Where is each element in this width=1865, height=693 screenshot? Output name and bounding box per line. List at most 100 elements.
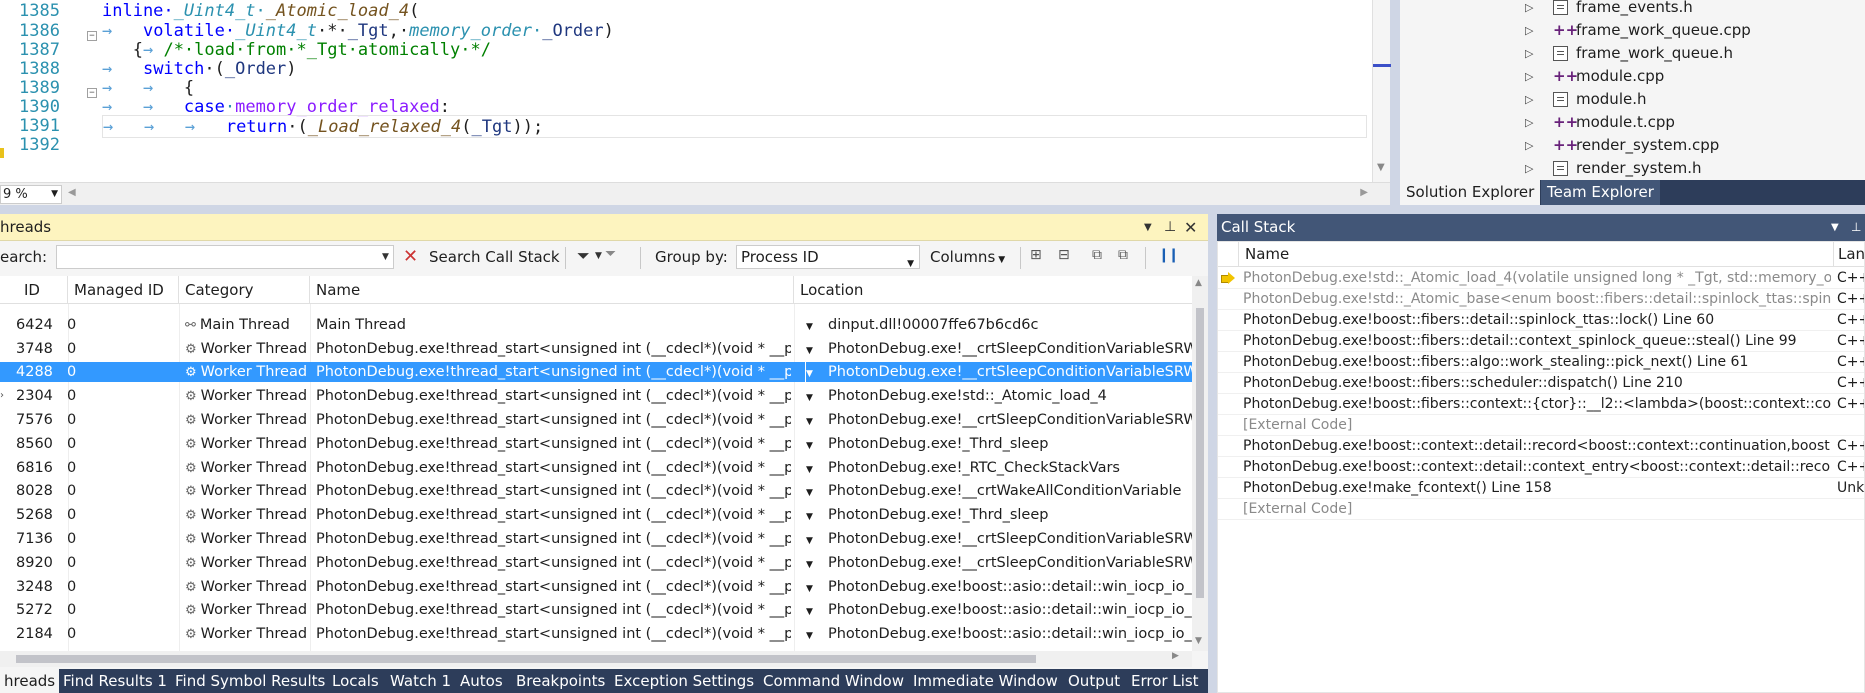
stack-frame-current[interactable]: PhotonDebug.exe!std::_Atomic_load_4(vola… xyxy=(1218,268,1864,289)
scroll-up-icon[interactable]: ▲ xyxy=(1195,278,1202,288)
tab-exception-settings[interactable]: Exception Settings xyxy=(610,669,758,693)
freeze-threads-icon[interactable]: ⧉ xyxy=(1092,247,1102,263)
chevron-down-icon[interactable]: ▼ xyxy=(806,507,820,527)
column-header-location[interactable]: Location xyxy=(794,276,1192,304)
tree-item-file[interactable]: ▷ ++ module.cpp xyxy=(1400,65,1865,88)
collapse-groups-icon[interactable]: ⊟ xyxy=(1058,247,1070,263)
chevron-down-icon[interactable]: ▼ xyxy=(806,364,820,384)
threads-horizontal-scrollbar[interactable]: ▶ xyxy=(0,651,1192,667)
scroll-right-icon[interactable]: ▶ xyxy=(1360,187,1368,198)
thaw-threads-icon[interactable]: ⧉ xyxy=(1118,247,1128,263)
tree-item-file[interactable]: ▷ ++ render_system.cpp xyxy=(1400,134,1865,157)
tree-item-file[interactable]: ▷ frame_work_queue.h xyxy=(1400,42,1865,65)
threads-vertical-scrollbar[interactable]: ▲ ▼ xyxy=(1192,276,1208,651)
code-area[interactable]: inline·_Uint4_t·_Atomic_load_4( → volati… xyxy=(102,0,1372,182)
thread-row[interactable]: 7136 0 ⚙ Worker Thread PhotonDebug.exe!th… xyxy=(0,529,1192,549)
tab-command-window[interactable]: Command Window xyxy=(759,669,908,693)
tree-item-file[interactable]: ▷ module.h xyxy=(1400,88,1865,111)
chevron-down-icon[interactable]: ▼ xyxy=(806,579,820,599)
code-editor[interactable]: 1385 1386 1387 1388 1389 1390 1391 1392 … xyxy=(0,0,1391,205)
tree-item-file[interactable]: ▷ frame_events.h xyxy=(1400,0,1865,19)
column-header-language[interactable]: Lang xyxy=(1833,242,1864,267)
window-menu-icon[interactable]: ▼ xyxy=(1144,214,1152,241)
scroll-right-icon[interactable]: ▶ xyxy=(1172,651,1179,661)
stack-frame[interactable]: PhotonDebug.exe!boost::fibers::scheduler… xyxy=(1218,373,1864,394)
column-header-category[interactable]: Category xyxy=(179,276,310,304)
stack-frame-external[interactable]: [External Code] xyxy=(1218,415,1864,436)
stack-frame[interactable]: PhotonDebug.exe!boost::context::detail::… xyxy=(1218,457,1864,478)
chevron-down-icon[interactable]: ▼ xyxy=(806,412,820,432)
tree-item-file[interactable]: ▷ ++ frame_work_queue.cpp xyxy=(1400,19,1865,42)
tree-item-file[interactable]: ▷ ++ module.t.cpp xyxy=(1400,111,1865,134)
tab-error-list[interactable]: Error List xyxy=(1127,669,1203,693)
search-call-stack-button[interactable]: Search Call Stack xyxy=(429,248,560,266)
scroll-down-icon[interactable]: ▼ xyxy=(1377,162,1385,173)
stack-frame[interactable]: PhotonDebug.exe!boost::fibers::context::… xyxy=(1218,394,1864,415)
tab-locals[interactable]: Locals xyxy=(328,669,383,693)
tab-find-results-1[interactable]: Find Results 1 xyxy=(59,669,171,693)
stack-frame[interactable]: PhotonDebug.exe!boost::fibers::detail::c… xyxy=(1218,331,1864,352)
chevron-down-icon[interactable]: ▼ xyxy=(806,436,820,456)
clear-search-icon[interactable]: ✕ xyxy=(403,245,418,269)
expand-arrow-icon[interactable]: ▷ xyxy=(1525,157,1533,180)
chevron-down-icon[interactable]: ▼ xyxy=(806,626,820,646)
pin-icon[interactable]: ⊥ xyxy=(1851,214,1861,241)
fold-toggle[interactable]: − xyxy=(87,88,97,98)
group-by-select[interactable]: Process ID ▼ xyxy=(736,245,920,269)
column-header-name[interactable]: Name xyxy=(310,276,794,304)
tab-output[interactable]: Output xyxy=(1064,669,1124,693)
chevron-down-icon[interactable]: ▼ xyxy=(595,251,602,261)
expand-arrow-icon[interactable]: ▷ xyxy=(1525,42,1533,65)
thread-row[interactable]: 6816 0 ⚙ Worker Thread PhotonDebug.exe!th… xyxy=(0,458,1192,478)
tab-immediate-window[interactable]: Immediate Window xyxy=(909,669,1062,693)
thread-row[interactable]: 7576 0 ⚙ Worker Thread PhotonDebug.exe!th… xyxy=(0,410,1192,430)
chevron-down-icon[interactable]: ▼ xyxy=(806,531,820,551)
window-menu-icon[interactable]: ▼ xyxy=(1831,214,1839,241)
expand-arrow-icon[interactable]: ▷ xyxy=(1525,0,1533,19)
chevron-down-icon[interactable]: ▼ xyxy=(382,252,389,262)
thread-row[interactable]: 8560 0 ⚙ Worker Thread PhotonDebug.exe!th… xyxy=(0,434,1192,454)
expand-arrow-icon[interactable]: ▷ xyxy=(1525,65,1533,88)
close-icon[interactable]: ✕ xyxy=(1184,214,1197,241)
thread-row[interactable]: 3248 0 ⚙ Worker Thread PhotonDebug.exe!th… xyxy=(0,577,1192,597)
expand-arrow-icon[interactable]: ▷ xyxy=(1525,134,1533,157)
stack-frame-external[interactable]: [External Code] xyxy=(1218,499,1864,520)
tab-autos[interactable]: Autos xyxy=(456,669,507,693)
scroll-down-icon[interactable]: ▼ xyxy=(1195,636,1202,646)
column-header-id[interactable]: ID xyxy=(18,276,68,304)
pin-icon[interactable]: ⊥ xyxy=(1164,214,1176,241)
chevron-down-icon[interactable]: ▼ xyxy=(806,555,820,575)
tab-team-explorer[interactable]: Team Explorer xyxy=(1541,180,1660,205)
thread-row[interactable]: › 2304 0 ⚙ Worker Thread PhotonDebug.exe!… xyxy=(0,386,1192,406)
fold-toggle[interactable]: − xyxy=(87,31,97,41)
expand-arrow-icon[interactable]: ▷ xyxy=(1525,19,1533,42)
column-header-managed-id[interactable]: Managed ID xyxy=(68,276,179,304)
stack-frame[interactable]: PhotonDebug.exe!boost::fibers::algo::wor… xyxy=(1218,352,1864,373)
thread-row[interactable]: 5272 0 ⚙ Worker Thread PhotonDebug.exe!th… xyxy=(0,600,1192,620)
chevron-down-icon[interactable]: ▼ xyxy=(806,341,820,361)
clear-filter-icon[interactable]: ⏷ xyxy=(605,246,616,262)
thread-row[interactable]: 3748 0 ⚙ Worker Thread PhotonDebug.exe!th… xyxy=(0,339,1192,359)
pause-icon[interactable]: ❙❙ xyxy=(1158,247,1180,263)
chevron-down-icon[interactable]: ▼ xyxy=(806,483,820,503)
chevron-down-icon[interactable]: ▼ xyxy=(806,317,820,337)
scroll-thumb[interactable] xyxy=(1196,308,1204,598)
thread-row[interactable]: 2184 0 ⚙ Worker Thread PhotonDebug.exe!th… xyxy=(0,624,1192,644)
thread-row[interactable]: 8028 0 ⚙ Worker Thread PhotonDebug.exe!th… xyxy=(0,481,1192,501)
thread-row-selected[interactable]: 4288 0 ⚙ Worker Thread PhotonDebug.exe!th… xyxy=(0,361,1192,385)
chevron-down-icon[interactable]: ▼ xyxy=(806,602,820,622)
filter-icon[interactable]: ⏷ xyxy=(577,246,590,266)
stack-frame[interactable]: PhotonDebug.exe!std::_Atomic_base<enum b… xyxy=(1218,289,1864,310)
expand-groups-icon[interactable]: ⊞ xyxy=(1030,247,1042,263)
stack-frame[interactable]: PhotonDebug.exe!boost::context::detail::… xyxy=(1218,436,1864,457)
tab-breakpoints[interactable]: Breakpoints xyxy=(512,669,609,693)
columns-button[interactable]: Columns ▼ xyxy=(930,248,1005,266)
tab-watch-1[interactable]: Watch 1 xyxy=(386,669,455,693)
thread-row[interactable]: 8920 0 ⚙ Worker Thread PhotonDebug.exe!th… xyxy=(0,553,1192,573)
expand-arrow-icon[interactable]: ▷ xyxy=(1525,111,1533,134)
chevron-down-icon[interactable]: ▼ xyxy=(806,388,820,408)
stack-frame[interactable]: PhotonDebug.exe!make_fcontext() Line 158… xyxy=(1218,478,1864,499)
tab-find-symbol-results[interactable]: Find Symbol Results xyxy=(171,669,329,693)
tree-item-file[interactable]: ▷ render_system.h xyxy=(1400,157,1865,180)
tab-threads[interactable]: hreads xyxy=(0,669,60,693)
